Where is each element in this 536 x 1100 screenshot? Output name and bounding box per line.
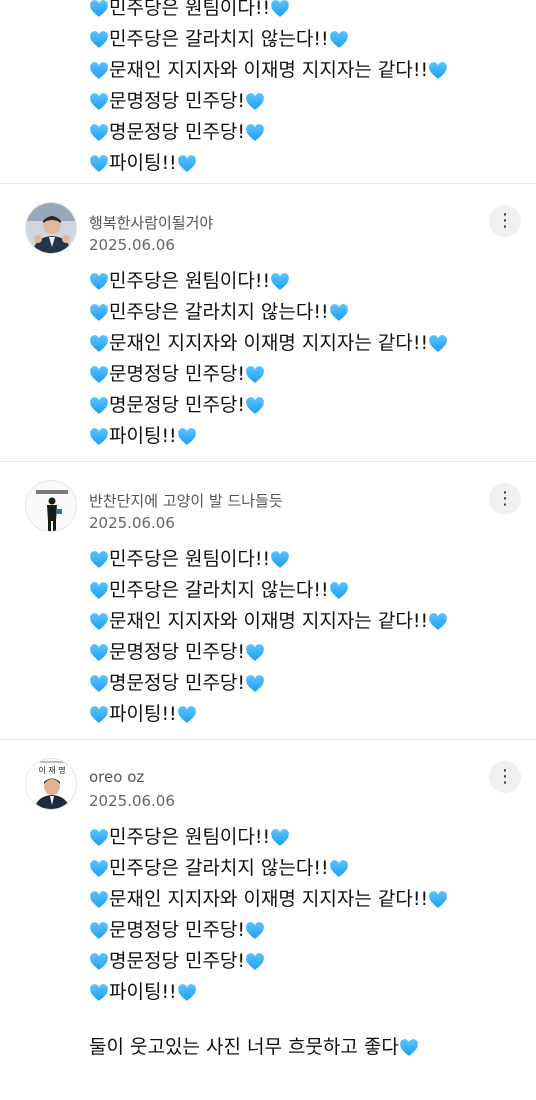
- blue-heart-icon: [89, 365, 109, 385]
- avatar[interactable]: 이 재 명: [25, 758, 77, 810]
- blue-heart-icon: [270, 0, 290, 19]
- comment-line: 민주당은 갈라치지 않는다!!: [89, 24, 448, 55]
- comment-line: 명문정당 민주당!: [89, 117, 448, 148]
- comment-line: 파이팅!!: [89, 699, 448, 730]
- blue-heart-icon: [428, 61, 448, 81]
- comment-line: 파이팅!!: [89, 977, 448, 1008]
- more-options-icon[interactable]: ⋮: [489, 761, 521, 793]
- blue-heart-icon: [89, 396, 109, 416]
- comment-line: 명문정당 민주당!: [89, 668, 448, 699]
- blue-heart-icon: [329, 303, 349, 323]
- blue-heart-icon: [177, 427, 197, 447]
- blue-heart-icon: [245, 396, 265, 416]
- blue-heart-icon: [89, 334, 109, 354]
- blue-heart-icon: [89, 154, 109, 174]
- comment-body: 민주당은 원팀이다!! 민주당은 갈라치지 않는다!! 문재인 지지자와 이재명…: [89, 822, 448, 1063]
- blue-heart-icon: [329, 581, 349, 601]
- blue-heart-icon: [270, 828, 290, 848]
- comment-line: 민주당은 원팀이다!!: [89, 266, 448, 297]
- blue-heart-icon: [89, 303, 109, 323]
- comment-author[interactable]: 반찬단지에 고양이 발 드나들듯: [89, 490, 283, 511]
- more-options-icon[interactable]: ⋮: [489, 205, 521, 237]
- blue-heart-icon: [245, 643, 265, 663]
- comment-item: 반찬단지에 고양이 발 드나들듯 2025.06.06 ⋮ 민주당은 원팀이다!…: [0, 462, 536, 740]
- blue-heart-icon: [245, 92, 265, 112]
- blue-heart-icon: [89, 890, 109, 910]
- comment-author[interactable]: oreo oz: [89, 768, 144, 786]
- blue-heart-icon: [245, 952, 265, 972]
- comment-body: 민주당은 원팀이다!! 민주당은 갈라치지 않는다!! 문재인 지지자와 이재명…: [89, 0, 448, 179]
- comment-line: 문재인 지지자와 이재명 지지자는 같다!!: [89, 884, 448, 915]
- avatar[interactable]: [25, 202, 77, 254]
- comment-line: 파이팅!!: [89, 148, 448, 179]
- blue-heart-icon: [89, 828, 109, 848]
- comment-author[interactable]: 행복한사람이될거야: [89, 212, 213, 233]
- blue-heart-icon: [89, 0, 109, 19]
- comment-line: 문명정당 민주당!: [89, 637, 448, 668]
- comment-body: 민주당은 원팀이다!! 민주당은 갈라치지 않는다!! 문재인 지지자와 이재명…: [89, 266, 448, 452]
- blue-heart-icon: [89, 674, 109, 694]
- blue-heart-icon: [89, 921, 109, 941]
- blue-heart-icon: [89, 92, 109, 112]
- blue-heart-icon: [89, 952, 109, 972]
- avatar[interactable]: [25, 480, 77, 532]
- comment-line: 민주당은 갈라치지 않는다!!: [89, 575, 448, 606]
- comment-line: 민주당은 갈라치지 않는다!!: [89, 853, 448, 884]
- comment-line: 문명정당 민주당!: [89, 359, 448, 390]
- blue-heart-icon: [245, 921, 265, 941]
- blue-heart-icon: [89, 643, 109, 663]
- blue-heart-icon: [245, 365, 265, 385]
- blue-heart-icon: [329, 30, 349, 50]
- blue-heart-icon: [89, 705, 109, 725]
- comment-line: 민주당은 원팀이다!!: [89, 822, 448, 853]
- blue-heart-icon: [428, 334, 448, 354]
- comment-line: 명문정당 민주당!: [89, 390, 448, 421]
- blue-heart-icon: [245, 674, 265, 694]
- blue-heart-icon: [177, 154, 197, 174]
- comment-item: 행복한사람이될거야 2025.06.06 ⋮ 민주당은 원팀이다!! 민주당은 …: [0, 184, 536, 462]
- blue-heart-icon: [428, 612, 448, 632]
- comment-line: 문명정당 민주당!: [89, 86, 448, 117]
- blue-heart-icon: [89, 123, 109, 143]
- more-options-icon[interactable]: ⋮: [489, 483, 521, 515]
- blue-heart-icon: [245, 123, 265, 143]
- comment-date: 2025.06.06: [89, 514, 175, 532]
- comment-item: 민주당은 원팀이다!! 민주당은 갈라치지 않는다!! 문재인 지지자와 이재명…: [0, 0, 536, 184]
- blue-heart-icon: [329, 859, 349, 879]
- blue-heart-icon: [89, 550, 109, 570]
- blue-heart-icon: [89, 30, 109, 50]
- comment-line: 문재인 지지자와 이재명 지지자는 같다!!: [89, 328, 448, 359]
- comment-line: 문재인 지지자와 이재명 지지자는 같다!!: [89, 606, 448, 637]
- blue-heart-icon: [399, 1038, 419, 1058]
- comment-line: 명문정당 민주당!: [89, 946, 448, 977]
- comment-item: 이 재 명 oreo oz 2025.06.06 ⋮ 민주당은 원팀이다!! 민…: [0, 740, 536, 1100]
- blue-heart-icon: [89, 612, 109, 632]
- comment-body: 민주당은 원팀이다!! 민주당은 갈라치지 않는다!! 문재인 지지자와 이재명…: [89, 544, 448, 730]
- blue-heart-icon: [89, 427, 109, 447]
- comment-line: 문명정당 민주당!: [89, 915, 448, 946]
- blue-heart-icon: [89, 581, 109, 601]
- blue-heart-icon: [270, 272, 290, 292]
- comment-line: 둘이 웃고있는 사진 너무 흐뭇하고 좋다: [89, 1032, 448, 1063]
- blue-heart-icon: [89, 272, 109, 292]
- blue-heart-icon: [89, 983, 109, 1003]
- blue-heart-icon: [428, 890, 448, 910]
- svg-text:이 재 명: 이 재 명: [38, 765, 65, 775]
- blue-heart-icon: [177, 705, 197, 725]
- comment-line: 민주당은 원팀이다!!: [89, 0, 448, 24]
- blue-heart-icon: [177, 983, 197, 1003]
- blue-heart-icon: [270, 550, 290, 570]
- comment-line: 파이팅!!: [89, 421, 448, 452]
- blue-heart-icon: [89, 859, 109, 879]
- comment-line: 민주당은 갈라치지 않는다!!: [89, 297, 448, 328]
- comment-date: 2025.06.06: [89, 236, 175, 254]
- blue-heart-icon: [89, 61, 109, 81]
- comment-line: 민주당은 원팀이다!!: [89, 544, 448, 575]
- comment-line: 문재인 지지자와 이재명 지지자는 같다!!: [89, 55, 448, 86]
- comment-feed: 민주당은 원팀이다!! 민주당은 갈라치지 않는다!! 문재인 지지자와 이재명…: [0, 0, 536, 1100]
- comment-date: 2025.06.06: [89, 792, 175, 810]
